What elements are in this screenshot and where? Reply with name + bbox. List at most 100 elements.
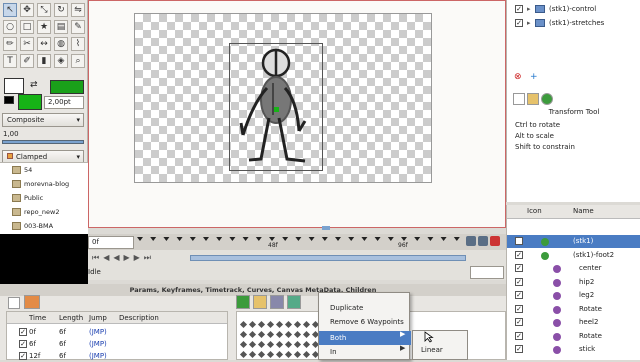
keyframe-marker[interactable]: [361, 237, 368, 241]
eyedrop-tool[interactable]: ⌇: [71, 37, 85, 51]
column-header[interactable]: Jump: [89, 314, 107, 322]
param-row[interactable]: ✓ (stk1)-foot2: [507, 249, 640, 262]
waypoint[interactable]: [293, 320, 302, 329]
keyframe-marker[interactable]: [427, 237, 434, 241]
column-header[interactable]: Icon: [527, 207, 542, 215]
layer-row[interactable]: ✓ ▸ (stk1)-stretches: [507, 16, 640, 30]
column-header[interactable]: Time: [29, 314, 46, 322]
waypoint[interactable]: [284, 320, 293, 329]
param-row[interactable]: ✓ center: [507, 262, 640, 275]
column-header[interactable]: Description: [119, 314, 159, 322]
waypoint[interactable]: [302, 320, 311, 329]
waypoint[interactable]: [284, 340, 293, 349]
keyframe-active-checkbox[interactable]: ✓: [19, 340, 27, 348]
waypoint[interactable]: [248, 350, 257, 359]
keyframe-marker[interactable]: [440, 237, 447, 241]
keyframe-marker[interactable]: [295, 237, 302, 241]
blend-method-select[interactable]: Composite ▾: [2, 113, 84, 127]
tab-children[interactable]: [287, 295, 301, 309]
waypoint[interactable]: [302, 340, 311, 349]
draw-tool[interactable]: ✏: [3, 37, 17, 51]
horizontal-scrollbar-thumb[interactable]: [322, 226, 330, 230]
waypoint[interactable]: [293, 330, 302, 339]
waypoint[interactable]: [302, 330, 311, 339]
default-colors-icon[interactable]: [4, 96, 14, 104]
file-item[interactable]: morevna-blog: [0, 177, 88, 191]
keyframe-marker[interactable]: [308, 237, 315, 241]
param-row[interactable]: ✓ heel2: [507, 316, 640, 329]
param-row[interactable]: ✓ Rotate: [507, 303, 640, 316]
keyframe-marker[interactable]: [255, 237, 262, 241]
menu-item[interactable]: Duplicate: [319, 301, 411, 315]
add-icon[interactable]: +: [530, 72, 538, 82]
scale-tool[interactable]: ⤡: [37, 3, 51, 17]
mirror-tool[interactable]: ⇋: [71, 3, 85, 17]
waypoint[interactable]: [239, 350, 248, 359]
waypoint[interactable]: [248, 340, 257, 349]
keyframe-marker[interactable]: [414, 237, 421, 241]
delete-icon[interactable]: ⊗: [514, 72, 522, 82]
column-header[interactable]: Name: [573, 207, 594, 215]
file-item[interactable]: repo_new2: [0, 205, 88, 219]
waypoint[interactable]: [248, 320, 257, 329]
layer-visibility-checkbox[interactable]: ✓: [515, 19, 523, 27]
time-ruler[interactable]: [136, 235, 464, 249]
control-handle[interactable]: [274, 107, 279, 112]
keyframe-jump-link[interactable]: (JMP): [89, 340, 107, 348]
param-row[interactable]: ✓ stick: [507, 343, 640, 356]
layer-row[interactable]: ✓ ▸ (stk1)-control: [507, 2, 640, 16]
keyframe-marker[interactable]: [401, 237, 407, 241]
keyframe-marker[interactable]: [453, 237, 460, 241]
keyframe-marker[interactable]: [163, 237, 170, 241]
param-checkbox[interactable]: ✓: [515, 345, 523, 353]
tab-params[interactable]: [8, 297, 20, 309]
param-row[interactable]: ✓ (stk1): [507, 235, 640, 248]
waypoint[interactable]: [257, 340, 266, 349]
param-checkbox[interactable]: ✓: [515, 264, 523, 272]
fill-tool[interactable]: ◍: [54, 37, 68, 51]
param-checkbox[interactable]: ✓: [515, 291, 523, 299]
param-row[interactable]: ✓ leg2: [507, 289, 640, 302]
tab-metadata[interactable]: [270, 295, 284, 309]
circle-tool[interactable]: ○: [3, 20, 17, 34]
spline-tool[interactable]: ✎: [71, 20, 85, 34]
outline-color-swatch[interactable]: [50, 80, 84, 94]
tab-timetrack[interactable]: [236, 295, 250, 309]
width-field[interactable]: 2,00pt: [44, 96, 84, 109]
keyframe-row[interactable]: ✓ 0f 6f (JMP): [7, 326, 227, 338]
waypoint[interactable]: [239, 340, 248, 349]
keyframe-marker[interactable]: [189, 237, 196, 241]
time-slider[interactable]: [190, 255, 466, 261]
tab-tool-options[interactable]: [513, 93, 525, 105]
submenu-item[interactable]: Linear: [413, 343, 469, 357]
keyframe-marker[interactable]: [242, 237, 249, 241]
layer-visibility-checkbox[interactable]: ✓: [515, 5, 523, 13]
zoom-tool[interactable]: ⌕: [71, 54, 85, 68]
star-tool[interactable]: ★: [37, 20, 51, 34]
sketch-tool[interactable]: ✐: [20, 54, 34, 68]
file-item[interactable]: Public: [0, 191, 88, 205]
param-checkbox[interactable]: ✓: [515, 318, 523, 326]
keyframe-marker[interactable]: [229, 237, 236, 241]
keyframe-active-checkbox[interactable]: ✓: [19, 352, 27, 360]
waypoint[interactable]: [275, 330, 284, 339]
param-checkbox[interactable]: ✓: [515, 237, 523, 245]
current-frame-field[interactable]: 0f: [88, 236, 134, 249]
waypoint[interactable]: [293, 340, 302, 349]
tab-library[interactable]: [527, 93, 539, 105]
keyframe-jump-link[interactable]: (JMP): [89, 328, 107, 336]
waypoint[interactable]: [257, 330, 266, 339]
file-item[interactable]: 54: [0, 163, 88, 177]
param-checkbox[interactable]: ✓: [515, 331, 523, 340]
smooth-move-tool[interactable]: ✥: [20, 3, 34, 17]
waypoint[interactable]: [302, 350, 311, 359]
keyframe-lock-icon[interactable]: [478, 236, 489, 246]
rotate-tool[interactable]: ↻: [54, 3, 68, 17]
fill-color-swatch[interactable]: [18, 94, 42, 110]
keyframe-marker[interactable]: [176, 237, 183, 241]
width-tool[interactable]: ↔: [37, 37, 51, 51]
tab-navigator[interactable]: [541, 93, 553, 105]
keyframe-marker[interactable]: [269, 237, 275, 241]
waypoint[interactable]: [257, 350, 266, 359]
menu-item[interactable]: In: [319, 345, 411, 359]
